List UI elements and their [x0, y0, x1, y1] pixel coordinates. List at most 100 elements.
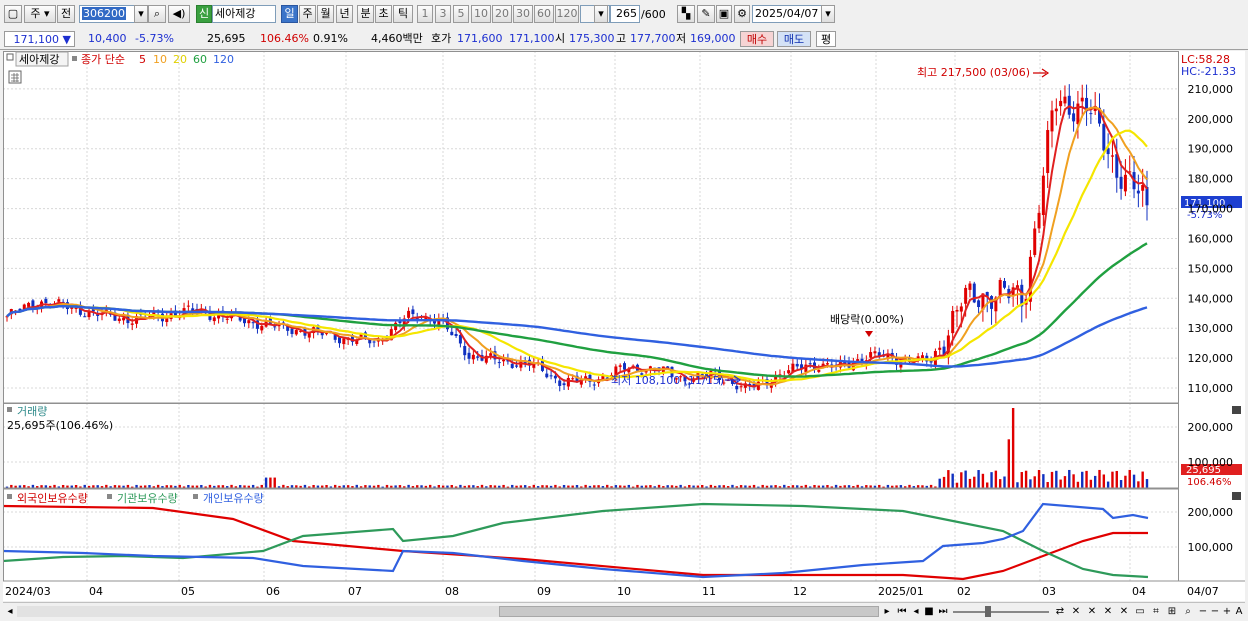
period-tick-button[interactable]: 틱 — [393, 5, 413, 23]
candle-body — [562, 383, 566, 386]
time-axis-label: 2025/01 — [878, 585, 924, 598]
minute-5-button[interactable]: 5 — [453, 5, 469, 23]
stop-button[interactable]: ■ — [923, 605, 935, 618]
candle-body — [1089, 113, 1093, 115]
volume-axis-label: 100,000 — [1188, 456, 1234, 469]
bid-price: 171,100 — [509, 32, 555, 45]
speaker-icon: ◀) — [172, 7, 186, 20]
toolbar: ▢ 주 ▾ 전 306200 ▾ ⌕ ◀) 신 세아제강 일 주 월 년 분 초… — [0, 0, 1248, 30]
scroll-thumb[interactable] — [499, 606, 879, 617]
indicator-button[interactable]: ▚ — [677, 5, 695, 23]
volume-bar — [994, 470, 998, 488]
tool-icon-1[interactable]: ⇄ — [1053, 605, 1067, 618]
play-button[interactable]: ⏭ — [936, 605, 950, 618]
code-dropdown-button[interactable]: ▾ — [134, 5, 148, 23]
volume-bar — [951, 473, 954, 488]
sound-button[interactable]: ◀) — [168, 5, 190, 23]
volume-bar — [973, 476, 976, 488]
candle-body — [515, 365, 519, 367]
prev-button[interactable]: ◂ — [910, 605, 922, 618]
candle-body — [44, 298, 48, 303]
period-second-button[interactable]: 초 — [375, 5, 392, 23]
settings-button[interactable]: ⚙ — [734, 5, 750, 23]
price-axis-label: 120,000 — [1188, 352, 1234, 365]
period-monthly-button[interactable]: 월 — [317, 5, 334, 23]
calendar-button[interactable]: ▾ — [821, 5, 835, 23]
candle-body — [1145, 187, 1149, 206]
minute-30-button[interactable]: 30 — [513, 5, 533, 23]
candle-body — [450, 331, 454, 336]
down-arrow-icon: ▼ — [62, 33, 71, 46]
minute-120-button[interactable]: 120 — [555, 5, 579, 23]
first-button[interactable]: ⏮ — [895, 605, 909, 618]
volume-value: 25,695 — [207, 32, 246, 45]
save-icon: ▣ — [718, 7, 730, 20]
zoom-slider-handle[interactable] — [985, 606, 991, 617]
minute-3-button[interactable]: 3 — [435, 5, 451, 23]
minute-20-button[interactable]: 20 — [492, 5, 512, 23]
candle-body — [1033, 228, 1037, 255]
candle-body — [549, 375, 553, 377]
zoom-in-icon[interactable]: + — [1221, 605, 1233, 618]
volume-bar — [1081, 471, 1084, 488]
zoom-out-icon[interactable]: − — [1197, 605, 1209, 618]
market-filter-select[interactable]: 전 — [57, 5, 75, 23]
candle-body — [735, 385, 739, 390]
period-weekly-button[interactable]: 주 — [299, 5, 316, 23]
drawing-button[interactable]: ✎ — [697, 5, 715, 23]
chart-scrollbar[interactable]: ◂ ▸ ⏮ ◂ ■ ⏭ ⇄ ✕ ✕ ✕ ✕ ▭ ⌗ ⊞ ⌕ − − + A — [3, 602, 1245, 620]
period-minute-button[interactable]: 분 — [357, 5, 374, 23]
zoom-minus-icon[interactable]: − — [1209, 605, 1221, 618]
credit-badge: 신 — [196, 5, 212, 23]
volume-bar — [1145, 479, 1149, 488]
period-yearly-button[interactable]: 년 — [336, 5, 353, 23]
trade-amount: 4,460백만 — [371, 32, 423, 45]
tool-icon-7[interactable]: ⌗ — [1149, 605, 1163, 618]
market-select[interactable]: 주 ▾ — [24, 5, 56, 23]
holding-close-button[interactable] — [1232, 492, 1241, 500]
save-button[interactable]: ▣ — [716, 5, 732, 23]
stock-code-input[interactable]: 306200 — [79, 5, 135, 23]
price-change: 10,400 — [88, 32, 127, 45]
font-size-icon[interactable]: A — [1233, 605, 1245, 618]
candle-body — [407, 310, 411, 318]
chart-menu-button[interactable]: ▢ — [4, 5, 22, 23]
volume-bar — [1033, 476, 1036, 488]
minute-60-button[interactable]: 60 — [534, 5, 554, 23]
stock-name-field[interactable]: 세아제강 — [212, 5, 276, 23]
zoom-slider[interactable] — [953, 611, 1049, 613]
custom-period-dropdown[interactable]: ▾ — [594, 5, 608, 23]
volume-bar — [1106, 481, 1110, 488]
tool-icon-8[interactable]: ⊞ — [1165, 605, 1179, 618]
period-daily-button[interactable]: 일 — [281, 5, 298, 23]
candle-body — [294, 330, 298, 335]
stock-chart[interactable]: 세아제강 종가 단순 5 10 20 60 120 LC:58.28 HC:-2… — [3, 51, 1245, 601]
search-button[interactable]: ⌕ — [148, 5, 166, 23]
candle-body — [372, 341, 376, 343]
sell-button[interactable]: 매도 — [777, 31, 811, 47]
minute-10-button[interactable]: 10 — [471, 5, 491, 23]
tool-icon-6[interactable]: ▭ — [1133, 605, 1147, 618]
date-input[interactable]: 2025/04/07 — [752, 5, 822, 23]
tool-icon-3[interactable]: ✕ — [1085, 605, 1099, 618]
buy-button[interactable]: 매수 — [740, 31, 774, 47]
gear-icon: ⚙ — [737, 7, 747, 20]
tool-icon-5[interactable]: ✕ — [1117, 605, 1131, 618]
minute-1-button[interactable]: 1 — [417, 5, 433, 23]
zoom-search-icon[interactable]: ⌕ — [1181, 605, 1195, 618]
volume-bar — [1042, 474, 1045, 488]
volume-close-button[interactable] — [1232, 406, 1241, 414]
price-axis-label: 210,000 — [1188, 83, 1234, 96]
volume-bar — [998, 479, 1002, 488]
data-count-input[interactable]: 265 — [610, 5, 640, 23]
candle-body — [463, 346, 467, 356]
candle-body — [1119, 176, 1123, 189]
tool-icon-4[interactable]: ✕ — [1101, 605, 1115, 618]
average-button[interactable]: 평 — [816, 31, 836, 47]
volume-bar — [1115, 470, 1118, 488]
candle-body — [467, 352, 471, 359]
price-axis-label: 180,000 — [1188, 173, 1234, 186]
scroll-right-button[interactable]: ▸ — [881, 605, 893, 618]
scroll-left-button[interactable]: ◂ — [5, 605, 15, 618]
tool-icon-2[interactable]: ✕ — [1069, 605, 1083, 618]
